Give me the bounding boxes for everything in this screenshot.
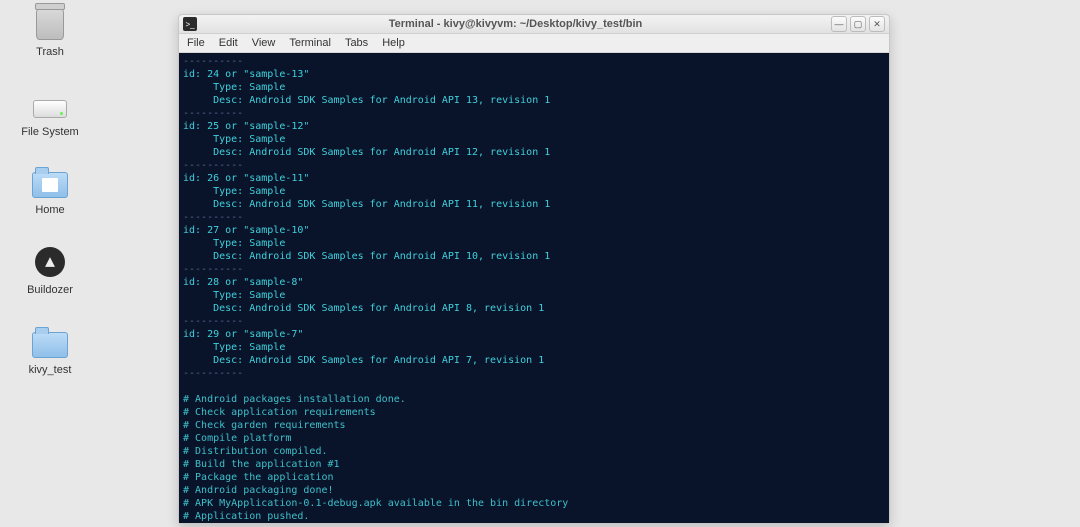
trash-icon[interactable]: Trash — [5, 6, 95, 58]
home-folder-icon[interactable]: Home — [5, 164, 95, 216]
buildozer-label: Buildozer — [5, 284, 95, 296]
minimize-button[interactable]: — — [831, 16, 847, 32]
terminal-window: >_ Terminal - kivy@kivyvm: ~/Desktop/kiv… — [178, 14, 890, 524]
menu-help[interactable]: Help — [382, 37, 405, 49]
trash-label: Trash — [5, 46, 95, 58]
filesystem-icon[interactable]: File System — [5, 86, 95, 138]
menubar: File Edit View Terminal Tabs Help — [179, 34, 889, 53]
filesystem-label: File System — [5, 126, 95, 138]
close-button[interactable]: ✕ — [869, 16, 885, 32]
window-title: Terminal - kivy@kivyvm: ~/Desktop/kivy_t… — [203, 18, 828, 30]
kivytest-folder-icon[interactable]: kivy_test — [5, 324, 95, 376]
maximize-button[interactable]: ▢ — [850, 16, 866, 32]
menu-terminal[interactable]: Terminal — [289, 37, 331, 49]
home-label: Home — [5, 204, 95, 216]
titlebar[interactable]: >_ Terminal - kivy@kivyvm: ~/Desktop/kiv… — [179, 15, 889, 34]
kivytest-label: kivy_test — [5, 364, 95, 376]
menu-file[interactable]: File — [187, 37, 205, 49]
menu-edit[interactable]: Edit — [219, 37, 238, 49]
buildozer-icon[interactable]: Buildozer — [5, 244, 95, 296]
terminal-output[interactable]: ---------- id: 24 or "sample-13" Type: S… — [179, 53, 889, 523]
menu-view[interactable]: View — [252, 37, 276, 49]
menu-tabs[interactable]: Tabs — [345, 37, 368, 49]
terminal-app-icon: >_ — [183, 17, 197, 31]
